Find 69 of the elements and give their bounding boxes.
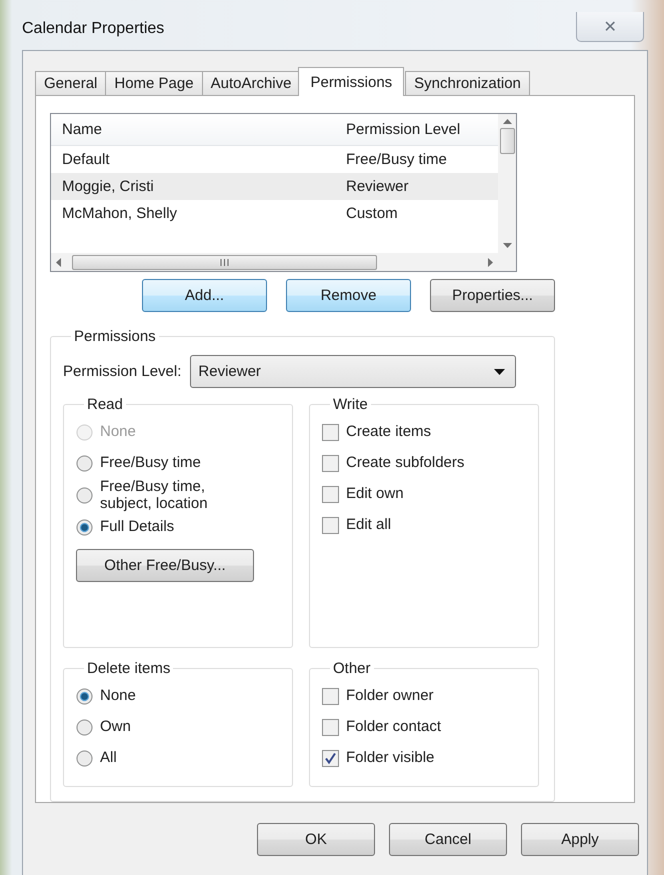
horizontal-scrollbar[interactable] [51,253,498,271]
radio-button[interactable] [76,750,93,767]
level-cell-text: Reviewer [345,178,410,195]
checkbox[interactable] [322,455,339,472]
radio-button[interactable] [76,719,93,736]
checkbox-label: Edit own [346,486,404,503]
tab[interactable]: Permissions [298,67,404,96]
checkbox[interactable] [322,750,339,767]
name-cell-text: Moggie, Cristi [61,178,155,195]
tab[interactable]: Synchronization [405,71,530,95]
level-cell-text: Custom [345,205,399,222]
list-button[interactable]: Add... [142,279,267,312]
checkbox-label: Folder visible [346,750,434,767]
checkbox-label: Create items [346,424,432,441]
checkbox[interactable] [322,517,339,534]
group-title: Read [86,396,124,413]
option-label: None [100,688,136,705]
grip-icon [220,258,229,266]
tab[interactable]: Home Page [105,71,203,95]
window-title: Calendar Properties [22,19,164,38]
dialog-button[interactable]: OK [257,823,375,856]
scroll-right-icon[interactable] [488,258,494,266]
close-button[interactable]: ✕ [576,12,644,42]
scroll-thumb[interactable] [500,128,514,154]
list-button[interactable]: Properties... [430,279,555,312]
checkbox[interactable] [322,486,339,503]
option-label: Full Details [100,519,174,536]
scroll-thumb[interactable] [72,254,377,270]
column-header[interactable]: Name [51,121,335,138]
permission-level-dropdown[interactable]: Reviewer [190,355,516,388]
checkbox[interactable] [322,424,339,441]
group-title: Other [332,660,372,677]
checkbox[interactable] [322,688,339,705]
option-label: Free/Busy time [100,455,201,472]
group-title: Delete items [86,660,172,677]
radio-button[interactable] [76,455,93,472]
field-label: Permission Level: [63,363,182,380]
scroll-up-icon[interactable] [502,118,512,124]
list-row[interactable]: Default Free/Busy time [51,146,498,173]
dialog-button[interactable]: Cancel [389,823,507,856]
dropdown-caret-icon [494,368,506,374]
radio-button[interactable] [76,688,93,705]
radio-button[interactable] [76,487,93,504]
option-label: Own [100,719,131,736]
tab[interactable]: General [35,71,106,95]
level-cell-text: Free/Busy time [345,151,448,168]
other-free-busy-button[interactable]: Other Free/Busy... [76,549,254,582]
checkbox-label: Folder contact [346,719,442,736]
column-header[interactable]: Permission Level [335,121,498,138]
scroll-down-icon[interactable] [502,243,512,249]
tab[interactable]: AutoArchive [202,71,300,95]
checkbox-label: Folder owner [346,688,434,705]
radio-button[interactable] [76,519,93,536]
option-label: None [100,424,136,441]
name-cell-text: McMahon, Shelly [61,205,178,222]
checkbox-label: Edit all [346,517,392,534]
vertical-scrollbar[interactable] [498,114,516,253]
list-row[interactable]: McMahon, Shelly Custom [51,200,498,227]
checkbox-label: Create subfolders [346,455,464,472]
checkbox[interactable] [322,719,339,736]
group-title: Write [332,396,369,413]
list-row[interactable]: Moggie, Cristi Reviewer [51,173,498,200]
option-label: All [100,750,117,767]
group-title: Permissions [73,328,157,345]
list-button[interactable]: Remove [286,279,411,312]
dialog-button[interactable]: Apply [521,823,639,856]
option-label: Free/Busy time, subject, location [100,479,209,512]
scroll-left-icon[interactable] [55,258,61,266]
name-cell-text: Default [61,151,111,168]
